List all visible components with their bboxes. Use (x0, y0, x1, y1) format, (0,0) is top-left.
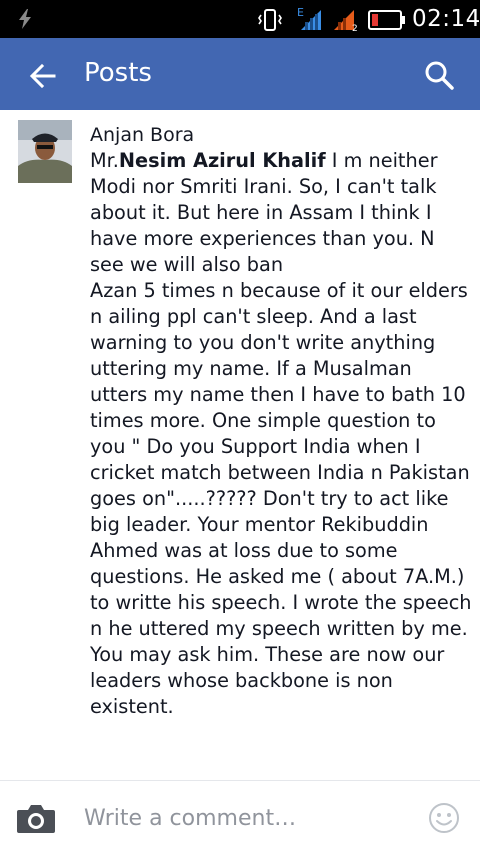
battery-icon (368, 10, 405, 30)
comment-item: Anjan Bora Mr.Nesim Azirul Khalif I m ne… (0, 110, 480, 780)
mention-link[interactable]: Nesim Azirul Khalif (119, 149, 326, 172)
comment-prefix: Mr. (90, 149, 119, 172)
signal-sim2-icon: 2 (334, 10, 358, 32)
svg-text:2: 2 (352, 24, 358, 32)
profile-photo (18, 120, 72, 183)
status-bar: E 2 02:14 (0, 0, 480, 38)
search-icon[interactable] (424, 60, 454, 90)
camera-icon[interactable] (16, 802, 56, 834)
avatar[interactable] (18, 120, 72, 183)
status-time: 02:14 (412, 6, 480, 32)
signal-sim1-icon: E (297, 6, 321, 30)
comment-body: Anjan Bora Mr.Nesim Azirul Khalif I m ne… (90, 122, 474, 720)
comment-message: I m neither Modi nor Smriti Irani. So, I… (90, 149, 472, 718)
comment-text: Mr.Nesim Azirul Khalif I m neither Modi … (90, 148, 474, 720)
vibrate-icon (258, 9, 282, 31)
comment-input[interactable] (84, 803, 404, 833)
svg-text:E: E (297, 6, 304, 19)
lightning-icon (19, 9, 31, 29)
app-bar: Posts (0, 38, 480, 110)
comment-composer (0, 781, 480, 854)
page-title: Posts (84, 58, 152, 88)
comment-author[interactable]: Anjan Bora (90, 122, 474, 148)
smiley-icon[interactable] (428, 802, 460, 834)
arrow-left-icon[interactable] (28, 62, 56, 90)
